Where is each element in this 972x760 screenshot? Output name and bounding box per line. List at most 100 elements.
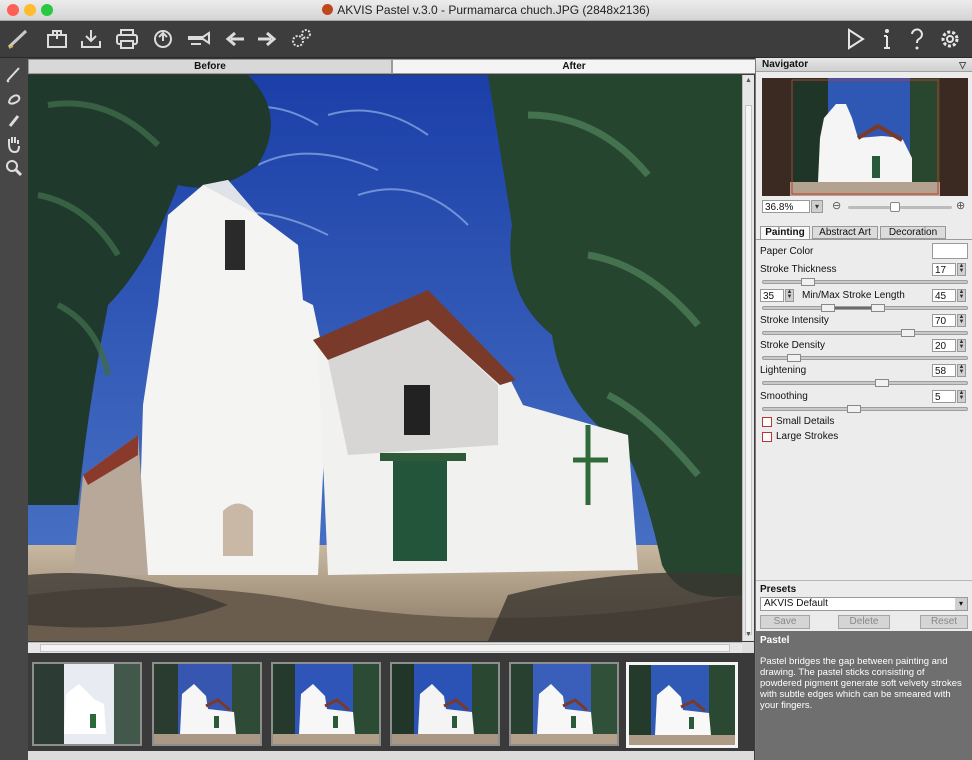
smoothing-slider[interactable]	[762, 405, 968, 413]
vertical-scroll-thumb[interactable]	[745, 105, 752, 635]
stroke-length-slider[interactable]	[762, 304, 968, 312]
share-icon[interactable]	[150, 27, 176, 51]
image-canvas[interactable]	[28, 75, 742, 641]
tab-after[interactable]: After	[392, 59, 756, 74]
tab-painting[interactable]: Painting	[760, 226, 810, 240]
app-logo-icon	[322, 4, 334, 15]
stroke-intensity-label: Stroke Intensity	[760, 315, 829, 326]
help-icon[interactable]	[904, 27, 930, 51]
eraser-icon[interactable]	[4, 88, 24, 108]
horizontal-scrollbar[interactable]	[28, 642, 742, 653]
presets-select[interactable]: AKVIS Default ▾	[760, 597, 968, 611]
batch-icon[interactable]	[186, 27, 212, 51]
history-thumbnail[interactable]	[390, 662, 500, 746]
stroke-length-max-stepper[interactable]: ▲ ▼	[957, 289, 966, 302]
slider-knob[interactable]	[847, 405, 861, 413]
tools-panel	[0, 58, 28, 760]
stroke-thickness-label: Stroke Thickness	[760, 264, 837, 275]
navigator-header: Navigator ▽	[756, 58, 972, 72]
stroke-length-max-value[interactable]: 45	[932, 289, 956, 302]
title-bar: AKVIS Pastel v.3.0 - Purmamarca chuch.JP…	[0, 0, 972, 21]
zoom-in-icon[interactable]: ⊕	[956, 199, 965, 212]
open-icon[interactable]	[44, 27, 70, 51]
zoom-dropdown-icon[interactable]: ▾	[811, 200, 823, 213]
slider-knob[interactable]	[787, 354, 801, 362]
redo-arrow-icon[interactable]	[254, 27, 280, 51]
smoothing-stepper[interactable]: ▲ ▼	[957, 390, 966, 403]
undo-arrow-icon[interactable]	[222, 27, 248, 51]
stroke-length-min-value[interactable]: 35	[760, 289, 784, 302]
slider-knob[interactable]	[801, 278, 815, 286]
scroll-down-icon[interactable]: ▼	[745, 631, 752, 639]
tab-decoration[interactable]: Decoration	[880, 226, 946, 239]
info-icon[interactable]	[874, 27, 900, 51]
stroke-length-label: Min/Max Stroke Length	[802, 290, 905, 301]
large-strokes-checkbox[interactable]	[762, 432, 772, 442]
collapse-icon[interactable]: ▽	[959, 58, 966, 72]
stroke-intensity-value[interactable]: 70	[932, 314, 956, 327]
stroke-thickness-stepper[interactable]: ▲ ▼	[957, 263, 966, 276]
history-thumbnail[interactable]	[509, 662, 619, 746]
zoom-icon[interactable]	[4, 158, 24, 178]
vertical-scrollbar[interactable]: ▲ ▼	[742, 75, 754, 641]
save-icon[interactable]	[78, 27, 104, 51]
horizontal-scroll-thumb[interactable]	[40, 644, 730, 652]
slider-knob[interactable]	[875, 379, 889, 387]
toolbar	[0, 21, 972, 58]
print-icon[interactable]	[114, 27, 140, 51]
history-thumbnail[interactable]	[271, 662, 381, 746]
small-details-checkbox[interactable]	[762, 417, 772, 427]
preferences-icon[interactable]	[937, 27, 963, 51]
stroke-density-stepper[interactable]: ▲ ▼	[957, 339, 966, 352]
hand-icon[interactable]	[4, 134, 24, 154]
paper-color-swatch[interactable]	[932, 243, 968, 259]
zoom-out-icon[interactable]: ⊖	[832, 199, 841, 212]
stroke-intensity-stepper[interactable]: ▲ ▼	[957, 314, 966, 327]
stroke-density-label: Stroke Density	[760, 340, 826, 351]
stroke-thickness-slider[interactable]	[762, 278, 968, 286]
play-icon[interactable]	[842, 27, 868, 51]
stroke-density-value[interactable]: 20	[932, 339, 956, 352]
zoom-slider[interactable]	[848, 202, 952, 212]
history-thumbnail[interactable]	[32, 662, 142, 746]
zoom-slider-knob[interactable]	[890, 202, 901, 212]
lightening-stepper[interactable]: ▲ ▼	[957, 364, 966, 377]
smoothing-label: Smoothing	[760, 391, 808, 402]
settings-gears-icon[interactable]	[288, 27, 314, 51]
presets-selected: AKVIS Default	[764, 598, 828, 609]
navigator-preview[interactable]	[762, 78, 968, 196]
brush-icon[interactable]	[4, 64, 24, 84]
stroke-density-slider[interactable]	[762, 354, 968, 362]
slider-knob-min[interactable]	[821, 304, 835, 312]
preset-reset-button[interactable]: Reset	[920, 615, 968, 629]
lightening-value[interactable]: 58	[932, 364, 956, 377]
filmstrip-scrollbar[interactable]	[28, 751, 754, 760]
zoom-field[interactable]: 36.8%	[762, 200, 810, 213]
paper-color-label: Paper Color	[760, 246, 814, 257]
stroke-thickness-value[interactable]: 17	[932, 263, 956, 276]
presets-dropdown-icon[interactable]: ▾	[955, 598, 967, 610]
window-title: AKVIS Pastel v.3.0 - Purmamarca chuch.JP…	[337, 3, 650, 17]
history-thumbnail-selected[interactable]	[626, 662, 738, 748]
stroke-length-min-stepper[interactable]: ▲ ▼	[785, 289, 794, 302]
preset-save-button[interactable]: Save	[760, 615, 810, 629]
small-details-label: Small Details	[776, 416, 835, 427]
scroll-up-icon[interactable]: ▲	[745, 77, 752, 85]
navigator-title: Navigator	[762, 59, 809, 70]
slider-knob[interactable]	[901, 329, 915, 337]
preset-delete-button[interactable]: Delete	[838, 615, 890, 629]
slider-knob-max[interactable]	[871, 304, 885, 312]
lightening-slider[interactable]	[762, 379, 968, 387]
tab-before[interactable]: Before	[28, 59, 392, 74]
smoothing-value[interactable]: 5	[932, 390, 956, 403]
settings-panel: Navigator ▽ 36.8% ▾ ⊖ ⊕ Painting Abstrac…	[755, 58, 972, 760]
window-title-group: AKVIS Pastel v.3.0 - Purmamarca chuch.JP…	[0, 3, 972, 17]
description-panel: Pastel Pastel bridges the gap between pa…	[756, 631, 972, 760]
description-text: Pastel bridges the gap between painting …	[760, 656, 962, 711]
large-strokes-label: Large Strokes	[776, 431, 839, 442]
tab-abstract-art[interactable]: Abstract Art	[812, 226, 878, 239]
pastel-logo-icon	[6, 27, 32, 51]
history-thumbnail[interactable]	[152, 662, 262, 746]
stroke-intensity-slider[interactable]	[762, 329, 968, 337]
smudge-icon[interactable]	[4, 110, 24, 130]
